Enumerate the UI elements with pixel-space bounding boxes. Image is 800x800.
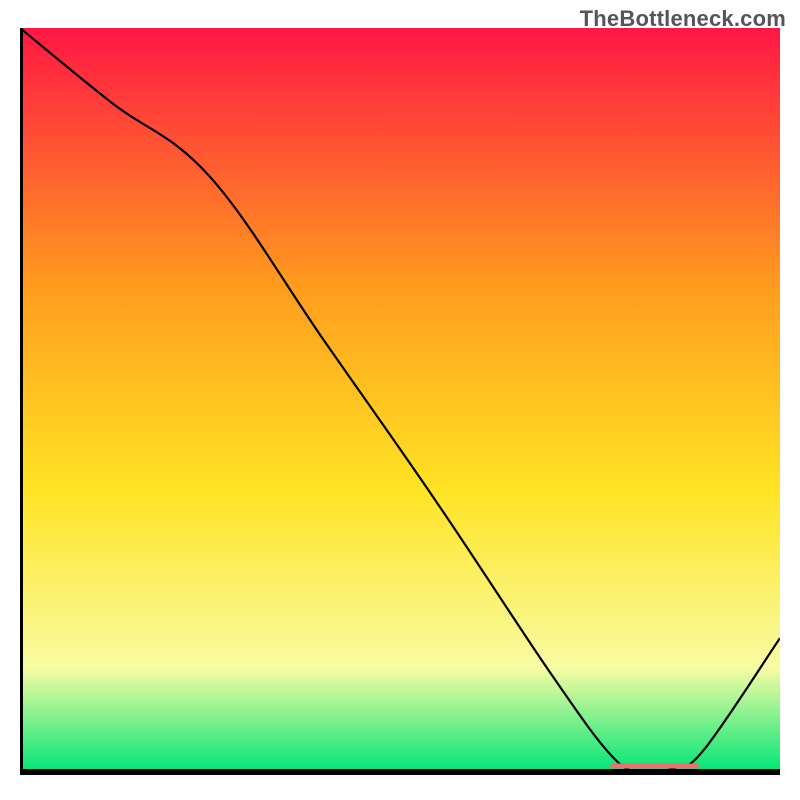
bottleneck-chart	[20, 28, 780, 780]
gradient-background	[20, 28, 780, 772]
chart-container: TheBottleneck.com	[0, 0, 800, 800]
chart-svg	[20, 28, 780, 780]
